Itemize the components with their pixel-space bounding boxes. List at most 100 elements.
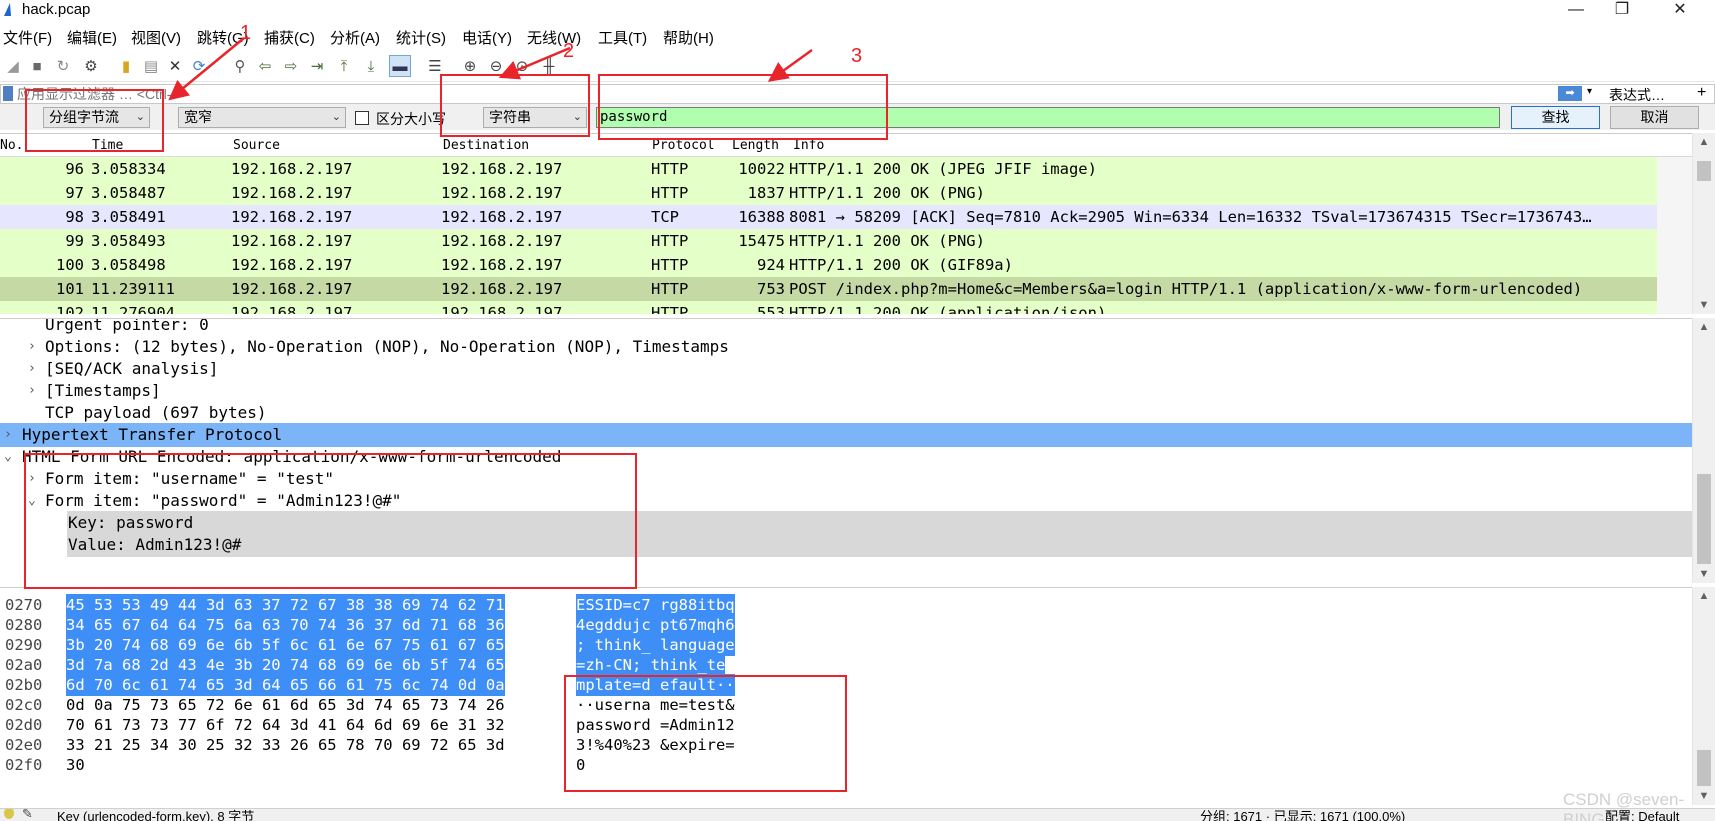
scroll-down-icon[interactable]: ▼ [1693,565,1715,583]
hex-bytes[interactable]: 0d 0a 75 73 65 72 6e 61 6d 65 3d 74 65 7… [66,694,505,716]
stop-capture-icon[interactable]: ■ [26,55,48,77]
maximize-button[interactable]: ❐ [1599,0,1645,22]
packet-cell-proto: HTTP [651,232,689,250]
minimize-button[interactable]: — [1553,0,1599,22]
menu-view[interactable]: 视图(V) [131,27,181,48]
column-length[interactable]: Length [732,138,779,153]
ascii-bytes[interactable]: 4egddujc pt67mqh6 [576,614,735,636]
restart-capture-icon[interactable]: ↻ [52,55,74,77]
collapsed-chevron-icon[interactable]: › [28,357,36,381]
column-no[interactable]: No. [0,138,23,153]
scroll-thumb[interactable] [1697,474,1711,564]
column-source[interactable]: Source [233,138,280,153]
menu-analyze[interactable]: 分析(A) [330,27,380,48]
collapsed-chevron-icon[interactable]: › [28,335,36,359]
filter-history-chevron-icon[interactable]: ▾ [1587,86,1592,97]
ascii-bytes[interactable]: ; think_ language [576,634,735,656]
scroll-up-icon[interactable]: ▲ [1693,133,1715,151]
apply-filter-icon[interactable]: ➡ [1558,86,1582,101]
menu-help[interactable]: 帮助(H) [663,27,714,48]
scroll-up-icon[interactable]: ▲ [1693,318,1715,336]
packet-row[interactable]: 97 3.058487 192.168.2.197 192.168.2.197 HTTP… [0,181,1657,205]
go-first-icon[interactable]: ⤒ [333,55,355,77]
start-capture-icon[interactable]: ◢ [2,55,24,77]
scroll-down-icon[interactable]: ▼ [1693,296,1715,314]
annotation-box-search-in [25,89,164,152]
detail-row[interactable]: TCP payload (697 bytes) [0,401,1692,425]
detail-row[interactable]: › [Timestamps] [0,379,1692,403]
hex-bytes[interactable]: 34 65 67 64 64 75 6a 63 70 74 36 37 6d 7… [66,614,505,636]
auto-scroll-icon[interactable]: ▬ [389,55,411,77]
edit-comment-icon[interactable]: ✎ [22,809,33,821]
collapsed-chevron-icon[interactable]: › [4,423,12,447]
find-button[interactable]: 查找 [1511,106,1600,129]
packet-minimap[interactable] [1657,157,1692,314]
packet-row[interactable]: 102 11.276904 192.168.2.197 192.168.2.197 HT… [0,301,1657,314]
go-forward-icon[interactable]: ⇨ [280,55,302,77]
cancel-find-button[interactable]: 取消 [1610,106,1699,129]
column-info[interactable]: Info [793,138,824,153]
hex-bytes[interactable]: 70 61 73 73 77 6f 72 64 3d 41 64 6d 69 6… [66,714,505,736]
hex-row: 02a0 3d 7a 68 2d 43 4e 3b 20 74 68 69 6e … [0,654,1692,676]
menu-telephony[interactable]: 电话(Y) [462,27,512,48]
packet-cell-dst: 192.168.2.197 [441,232,563,250]
capture-options-icon[interactable]: ⚙ [80,55,102,77]
expression-button[interactable]: 表达式… [1609,85,1665,105]
close-button[interactable]: ✕ [1657,0,1703,22]
expanded-chevron-icon[interactable]: ⌄ [4,445,12,469]
charset-select[interactable]: 宽窄 ⌄ [178,107,346,128]
detail-row[interactable]: › Hypertext Transfer Protocol [0,423,1692,447]
find-packet-icon[interactable]: ⚲ [229,55,251,77]
hex-bytes[interactable]: 45 53 53 49 44 3d 63 37 72 67 38 38 69 7… [66,594,505,616]
expert-info-icon[interactable] [4,809,14,819]
hex-bytes[interactable]: 33 21 25 34 30 25 32 33 26 65 78 70 69 7… [66,734,505,756]
go-back-icon[interactable]: ⇦ [254,55,276,77]
menu-edit[interactable]: 编辑(E) [67,27,117,48]
column-destination[interactable]: Destination [443,138,529,153]
add-filter-button[interactable]: + [1697,84,1706,102]
packet-cell-len: 16388 [738,208,785,226]
menu-statistics[interactable]: 统计(S) [396,27,446,48]
packet-cell-dst: 192.168.2.197 [441,160,563,178]
title-bar: hack.pcap — ❐ ✕ [0,0,1715,22]
packet-cell-proto: HTTP [651,160,689,178]
scroll-thumb[interactable] [1697,750,1711,786]
open-file-icon[interactable]: ▮ [115,55,137,77]
hex-bytes[interactable]: 30 [66,754,85,776]
menu-file[interactable]: 文件(F) [3,27,52,48]
ascii-bytes[interactable]: =zh-CN; think_te [576,654,726,676]
detail-row[interactable]: › [SEQ/ACK analysis] [0,357,1692,381]
packet-row[interactable]: 99 3.058493 192.168.2.197 192.168.2.197 HTTP… [0,229,1657,253]
packet-cell-no: 101 [56,280,84,298]
details-scrollbar[interactable]: ▲ ▼ [1692,318,1715,583]
packet-list-scrollbar[interactable]: ▲ ▼ [1692,133,1715,314]
menu-capture[interactable]: 捕获(C) [264,27,315,48]
packet-cell-info: HTTP/1.1 200 OK (application/json) [789,304,1107,314]
case-sensitive-checkbox[interactable] [355,111,369,125]
packet-row[interactable]: 98 3.058491 192.168.2.197 192.168.2.197 TCP 1… [0,205,1657,229]
collapsed-chevron-icon[interactable]: › [28,379,36,403]
column-protocol[interactable]: Protocol [652,138,715,153]
detail-text: [SEQ/ACK analysis] [45,359,219,378]
scroll-thumb[interactable] [1697,161,1711,181]
detail-row[interactable]: › Options: (12 bytes), No-Operation (NOP)… [0,335,1692,359]
scroll-up-icon[interactable]: ▲ [1693,587,1715,605]
packet-cell-len: 10022 [738,160,785,178]
bytes-scrollbar[interactable]: ▲ ▼ [1692,587,1715,805]
close-file-icon[interactable]: ✕ [164,55,186,77]
ascii-bytes[interactable]: ESSID=c7 rg88itbq [576,594,735,616]
hex-bytes[interactable]: 6d 70 6c 61 74 65 3d 64 65 66 61 75 6c 7… [66,674,505,696]
packet-cell-src: 192.168.2.197 [231,256,353,274]
bookmark-icon[interactable] [3,86,13,101]
reload-file-icon[interactable]: ⟳ [188,55,210,77]
hex-bytes[interactable]: 3d 7a 68 2d 43 4e 3b 20 74 68 69 6e 6b 5… [66,654,505,676]
go-last-icon[interactable]: ⤓ [360,55,382,77]
wireshark-fin-icon [4,3,11,16]
packet-row[interactable]: 100 3.058498 192.168.2.197 192.168.2.197 HTT… [0,253,1657,277]
packet-row[interactable]: 96 3.058334 192.168.2.197 192.168.2.197 HTTP… [0,157,1657,181]
go-to-packet-icon[interactable]: ⇥ [306,55,328,77]
hex-bytes[interactable]: 3b 20 74 68 69 6e 6b 5f 6c 61 6e 67 75 6… [66,634,505,656]
packet-row[interactable]: 101 11.239111 192.168.2.197 192.168.2.197 HT… [0,277,1657,301]
save-file-icon[interactable]: ▤ [140,55,162,77]
menu-tools[interactable]: 工具(T) [598,27,647,48]
